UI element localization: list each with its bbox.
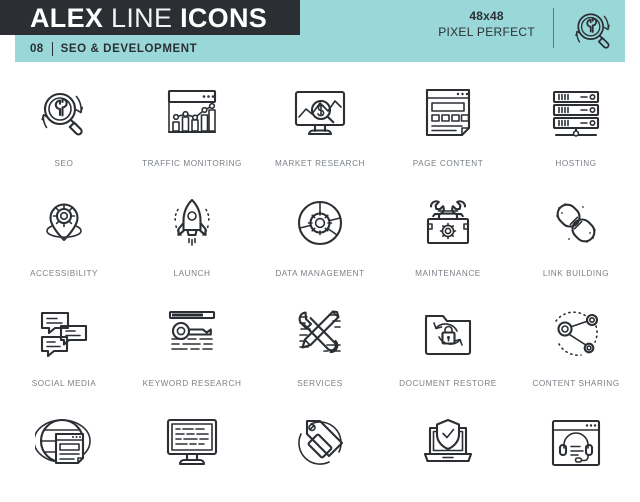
magnifier-wrench-icon [570,6,618,54]
webpage-layout-icon [419,84,477,142]
server-rack-icon [547,84,605,142]
icon-row: SEO TRAFFIC MONITORING MARKET RESEARCH P… [0,62,640,172]
icon-cell-maintenance[interactable]: MAINTENANCE [384,172,512,282]
icon-label: ACCESSIBILITY [29,269,99,278]
laptop-shield-icon [419,414,477,472]
icon-cell-keyword-research[interactable]: KEYWORD RESEARCH [128,282,256,392]
folder-lock-refresh-icon [419,304,477,362]
icon-cell-traffic-monitoring[interactable]: TRAFFIC MONITORING [128,62,256,172]
toolbox-wrench-icon [419,194,477,252]
icon-cell-monitor-text[interactable] [128,392,256,502]
icon-label: SEO [54,159,74,168]
brand-title: ALEX LINE ICONS [30,2,267,35]
icon-cell-global-page[interactable] [0,392,128,502]
set-subtitle: 08 SEO & DEVELOPMENT [30,36,197,62]
brand-word-icons: ICONS [180,3,268,33]
icon-label: DATA MANAGEMENT [275,269,365,278]
set-number: 08 [30,43,44,55]
page-header: ALEX LINE ICONS 08 SEO & DEVELOPMENT 48x… [0,0,640,62]
icon-cell-accessibility[interactable]: ACCESSIBILITY [0,172,128,282]
icon-label: MARKET RESEARCH [275,159,365,168]
icon-row: ACCESSIBILITY LAUNCH DATA MANAGEMENT MAI… [0,172,640,282]
magnifier-wrench-icon [35,84,93,142]
browser-bar-chart-icon [163,84,221,142]
icon-label: LAUNCH [173,269,211,278]
icon-label: SERVICES [297,379,343,388]
icon-label: HOSTING [555,159,597,168]
brand-word-line: LINE [111,3,173,33]
icon-cell-link-building[interactable]: LINK BUILDING [512,172,640,282]
globe-webpage-icon [35,414,93,472]
icon-label: LINK BUILDING [542,269,610,278]
chat-bubbles-icon [35,304,93,362]
browser-support-headset-icon [547,414,605,472]
header-vertical-divider [553,8,554,48]
share-nodes-icon [547,304,605,362]
set-title: SEO & DEVELOPMENT [60,43,198,55]
pie-chart-gear-icon [291,194,349,252]
icon-cell-market-research[interactable]: MARKET RESEARCH [256,62,384,172]
icon-row [0,392,640,502]
monitor-dollar-magnifier-icon [291,84,349,142]
icon-label: SOCIAL MEDIA [31,379,97,388]
icon-label: MAINTENANCE [415,269,481,278]
icon-cell-document-restore[interactable]: DOCUMENT RESTORE [384,282,512,392]
icon-cell-hosting[interactable]: HOSTING [512,62,640,172]
rocket-icon [163,194,221,252]
icon-cell-data-management[interactable]: DATA MANAGEMENT [256,172,384,282]
icon-cell-content-sharing[interactable]: CONTENT SHARING [512,282,640,392]
brand-word-alex: ALEX [30,3,104,33]
monitor-text-icon [163,414,221,472]
icon-cell-services[interactable]: SERVICES [256,282,384,392]
icon-cell-launch[interactable]: LAUNCH [128,172,256,282]
icon-cell-page-content[interactable]: PAGE CONTENT [384,62,512,172]
pencil-wrench-icon [291,304,349,362]
chain-link-icon [547,194,605,252]
icon-label: CONTENT SHARING [532,379,620,388]
price-tags-icon [291,414,349,472]
subtitle-divider [51,42,53,56]
icon-label: PAGE CONTENT [412,159,484,168]
icon-label: DOCUMENT RESTORE [399,379,497,388]
icon-cell-support[interactable] [512,392,640,502]
icon-label: KEYWORD RESEARCH [142,379,242,388]
icon-cell-seo[interactable]: SEO [0,62,128,172]
pixel-perfect-block: 48x48 PIXEL PERFECT [438,8,535,40]
icon-row: SOCIAL MEDIA KEYWORD RESEARCH SERVICES D… [0,282,640,392]
map-pin-gear-icon [35,194,93,252]
icon-grid: SEO TRAFFIC MONITORING MARKET RESEARCH P… [0,62,640,500]
icon-label: TRAFFIC MONITORING [142,159,242,168]
key-document-icon [163,304,221,362]
icon-cell-laptop-security[interactable] [384,392,512,502]
pixel-perfect-label: PIXEL PERFECT [438,25,535,40]
icon-cell-price-tags[interactable] [256,392,384,502]
icon-cell-social-media[interactable]: SOCIAL MEDIA [0,282,128,392]
pixel-size-label: 48x48 [469,9,504,23]
